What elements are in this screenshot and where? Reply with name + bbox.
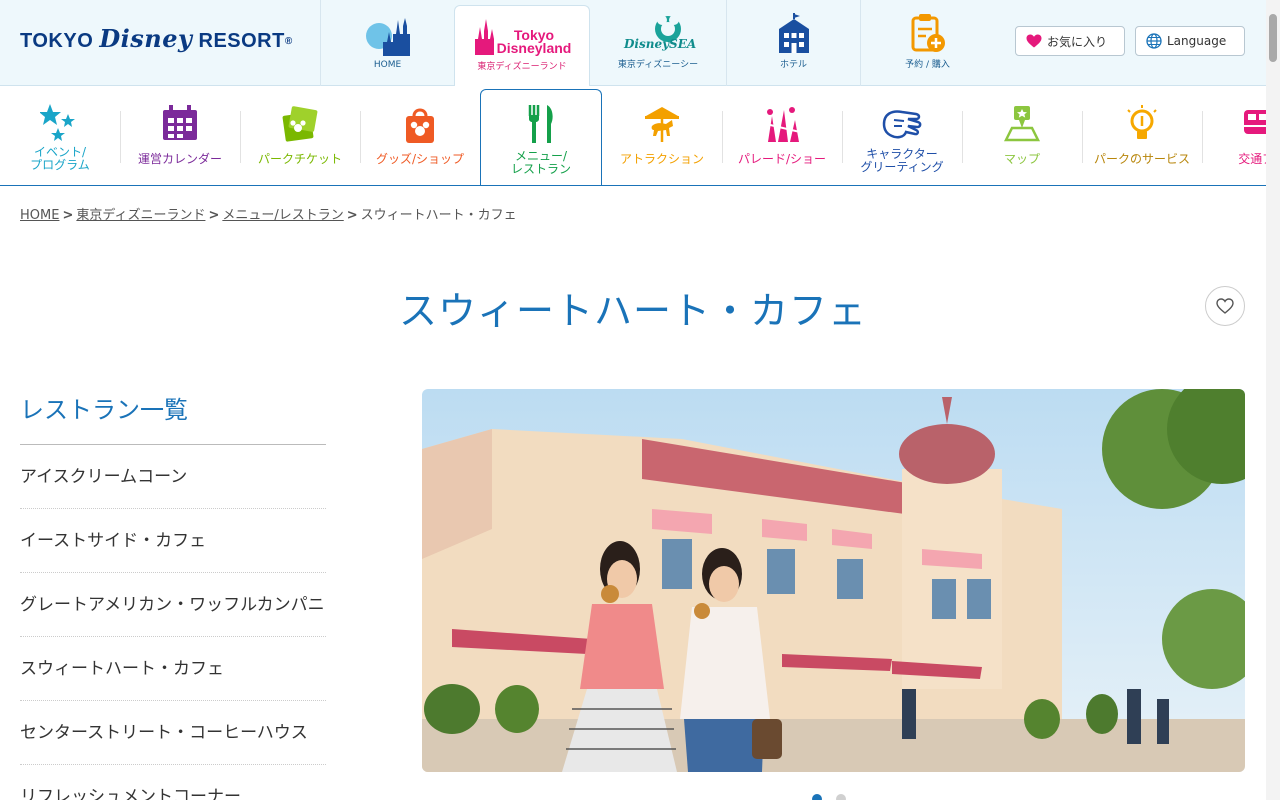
- restaurant-list-item[interactable]: イーストサイド・カフェ: [20, 509, 326, 573]
- language-label: Language: [1167, 34, 1227, 48]
- fork-knife-icon: [528, 105, 553, 143]
- nav-menu-restaurant-label-2: レストラン: [510, 162, 571, 176]
- nav-events[interactable]: イベント/ プログラム: [0, 86, 120, 185]
- nav-parade-show[interactable]: パレード/ショー: [722, 86, 842, 185]
- restaurant-list-item[interactable]: グレートアメリカン・ワッフルカンパニー: [20, 573, 326, 637]
- restaurant-list-item[interactable]: リフレッシュメントコーナー: [20, 765, 326, 800]
- nav-park-services-label: パークのサービス: [1093, 152, 1190, 166]
- nav-attraction-label: アトラクション: [619, 152, 704, 166]
- restaurant-list-item[interactable]: スウィートハート・カフェ: [20, 637, 326, 701]
- disneyland-logo: Tokyo Disneyland: [473, 19, 572, 56]
- brand-line-2: Disneyland: [496, 40, 572, 56]
- ticket-icon: [282, 106, 318, 142]
- breadcrumb-current: スウィートハート・カフェ: [360, 208, 517, 223]
- breadcrumb-menu-restaurant[interactable]: メニュー/レストラン: [222, 208, 343, 223]
- tab-disneyland-label: 東京ディズニーランド: [477, 62, 567, 72]
- nav-park-ticket[interactable]: パークチケット: [240, 86, 360, 185]
- calendar-icon: [163, 105, 197, 140]
- category-nav: イベント/ プログラム 運営カレンダー パークチケット グッズ/ショップ メニュ…: [0, 86, 1266, 186]
- logo-registered: ®: [284, 36, 293, 48]
- tab-reservation[interactable]: 予約 / 購入: [860, 0, 994, 86]
- map-pin-icon: [1003, 106, 1041, 142]
- language-button[interactable]: Language: [1135, 26, 1245, 56]
- parade-float-icon: [765, 107, 801, 142]
- logo-script: Disney: [99, 24, 193, 53]
- restaurant-photo-image: [422, 389, 1245, 772]
- nav-map-label: マップ: [1003, 152, 1040, 166]
- breadcrumb-disneyland[interactable]: 東京ディズニーランド: [76, 208, 205, 223]
- nav-character-greeting[interactable]: キャラクター グリーティング: [842, 86, 962, 185]
- hotel-icon: [778, 13, 809, 53]
- nav-goods-shop-label: グッズ/ショップ: [375, 152, 465, 166]
- nav-park-services[interactable]: パークのサービス: [1082, 86, 1202, 185]
- favorites-label: お気に入り: [1047, 34, 1108, 49]
- breadcrumb-separator: >: [346, 208, 358, 223]
- breadcrumb-home[interactable]: HOME: [20, 208, 59, 223]
- tab-hotel[interactable]: ホテル: [726, 0, 860, 86]
- add-favorite-button[interactable]: [1205, 286, 1245, 326]
- nav-calendar-label: 運営カレンダー: [137, 152, 222, 166]
- tokyo-disney-resort-logo[interactable]: TOKYO Disney RESORT®: [20, 24, 293, 53]
- tab-reservation-label: 予約 / 購入: [905, 60, 950, 70]
- breadcrumb-separator: >: [62, 208, 74, 223]
- nav-goods-shop[interactable]: グッズ/ショップ: [360, 86, 480, 185]
- restaurant-list: アイスクリームコーン イーストサイド・カフェ グレートアメリカン・ワッフルカンパ…: [20, 444, 326, 800]
- carousel-dot[interactable]: [812, 794, 822, 800]
- nav-calendar[interactable]: 運営カレンダー: [120, 86, 240, 185]
- carousel-pagination: [812, 794, 846, 800]
- tab-tokyo-disneysea[interactable]: DisneySEA 東京ディズニーシー: [590, 0, 726, 86]
- site-header: TOKYO Disney RESORT® HOME Tokyo Disneyla…: [0, 0, 1280, 86]
- restaurant-photo: [422, 389, 1245, 772]
- restaurant-list-item[interactable]: アイスクリームコーン: [20, 445, 326, 509]
- heart-outline-icon: [1216, 298, 1234, 314]
- castle-icon: [365, 18, 410, 56]
- monorail-icon: [1244, 110, 1266, 134]
- nav-menu-restaurant[interactable]: メニュー/ レストラン: [480, 89, 602, 185]
- breadcrumb-separator: >: [208, 208, 220, 223]
- disneysea-logo: DisneySEA: [618, 13, 698, 53]
- breadcrumb: HOME > 東京ディズニーランド > メニュー/レストラン > スウィートハート・カフェ: [20, 204, 517, 223]
- disneysea-brand-text: DisneySEA: [624, 37, 697, 51]
- tab-home-label: HOME: [373, 60, 402, 70]
- nav-character-greeting-label-2: グリーティング: [860, 160, 944, 174]
- nav-attraction[interactable]: アトラクション: [602, 86, 722, 185]
- logo-text-resort: RESORT: [198, 30, 285, 52]
- page-scrollbar[interactable]: [1266, 0, 1280, 800]
- nav-park-ticket-label: パークチケット: [257, 152, 342, 166]
- nav-parade-show-label: パレード/ショー: [737, 152, 827, 166]
- carousel-dot[interactable]: [836, 794, 846, 800]
- tab-home[interactable]: HOME: [320, 0, 454, 86]
- heart-icon: [1026, 34, 1042, 48]
- logo-text: TOKYO: [20, 30, 94, 52]
- stars-icon: [40, 104, 75, 141]
- light-bulb-icon: [1127, 105, 1157, 139]
- globe-icon: [1146, 33, 1162, 49]
- disneyland-castle-icon: [474, 19, 494, 55]
- nav-transportation-label: 交通アク: [1238, 152, 1266, 166]
- glove-hand-icon: [882, 110, 922, 139]
- nav-map[interactable]: マップ: [962, 86, 1082, 185]
- favorites-button[interactable]: お気に入り: [1015, 26, 1125, 56]
- carousel-horse-icon: [645, 107, 679, 142]
- page-title: スウィートハート・カフェ: [398, 289, 867, 333]
- tab-hotel-label: ホテル: [779, 60, 807, 70]
- clipboard-plus-icon: [911, 14, 945, 52]
- shopping-bag-icon: [406, 108, 434, 143]
- tab-tokyo-disneyland[interactable]: Tokyo Disneyland 東京ディズニーランド: [454, 5, 590, 86]
- nav-events-label-2: プログラム: [30, 158, 90, 172]
- restaurant-list-item[interactable]: センターストリート・コーヒーハウス: [20, 701, 326, 765]
- tab-disneysea-label: 東京ディズニーシー: [617, 60, 699, 70]
- restaurant-list-title: レストラン一覧: [20, 396, 188, 424]
- scrollbar-thumb[interactable]: [1269, 14, 1277, 62]
- nav-transportation[interactable]: 交通アク: [1202, 86, 1266, 185]
